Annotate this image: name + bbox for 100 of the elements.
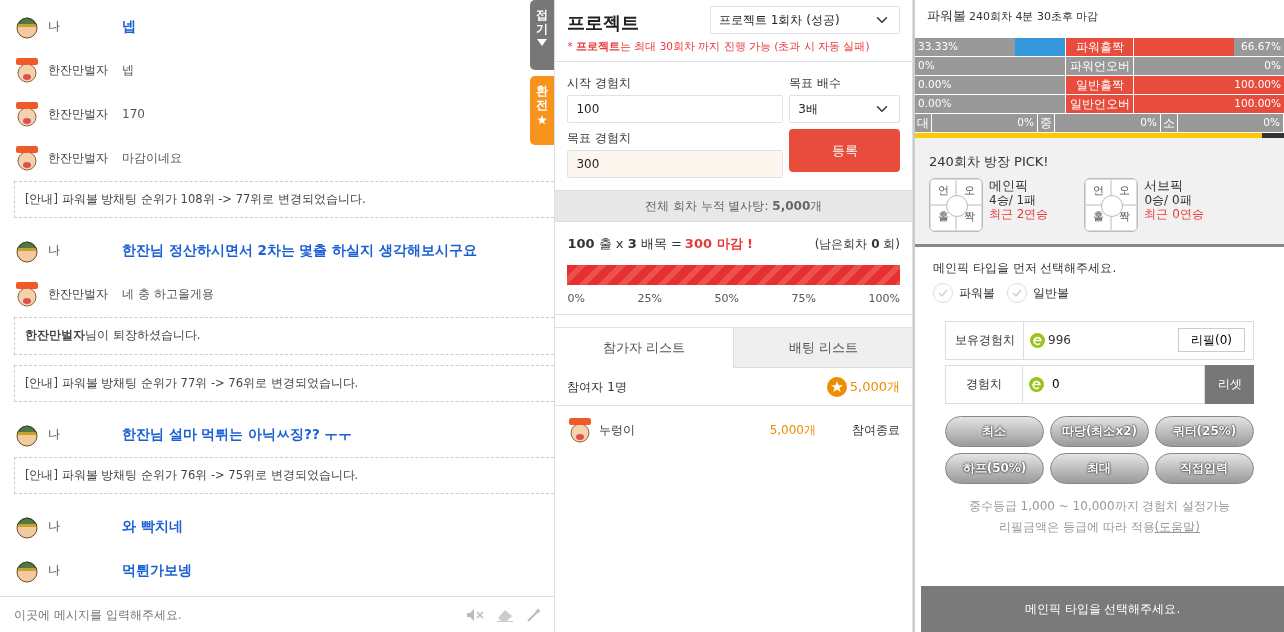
chat-message: 넵 <box>122 16 136 36</box>
size-label: 중 <box>1038 114 1054 132</box>
chat-message: 마감이네요 <box>122 150 182 167</box>
type-label: 일반볼 <box>1033 284 1069 302</box>
chat-message: 한잔님 설마 먹튀는 아닉ㅆ징?? ㅜㅜ <box>122 424 353 444</box>
type-checkbox[interactable] <box>1007 282 1027 303</box>
list-tab[interactable]: 배팅 리스트 <box>733 327 912 369</box>
type-checkbox[interactable] <box>933 282 953 303</box>
game-name: 파워볼 <box>927 7 966 25</box>
stat-percent: 100.00% <box>1234 77 1281 93</box>
mute-icon[interactable] <box>466 607 485 622</box>
stat-percent: 33.33% <box>918 39 959 55</box>
rule-note: *프로젝트는 최대 30회차 까지 진행 가능 (초과 시 자동 실패) <box>567 39 871 54</box>
participant-status: 참여종료 <box>852 422 900 440</box>
system-notice: 한잔만벌자님이 퇴장하셨습니다. <box>14 317 555 355</box>
star-badge-icon <box>826 376 847 397</box>
submit-button[interactable]: 메인픽 타입을 선택해주세요. <box>921 586 1284 632</box>
pick-streak: 최근 2연승 <box>989 207 1049 222</box>
participant-amount: 5,000개 <box>769 422 816 440</box>
exchange-tab[interactable]: 환전 <box>530 76 555 145</box>
pick-name: 메인픽 <box>989 177 1029 194</box>
chat-message: 170 <box>122 106 145 123</box>
field-label: 시작 경험치 <box>567 74 633 92</box>
chat-message: 먹튄가보넹 <box>122 560 192 580</box>
target-exp-input[interactable]: 300 <box>567 149 784 178</box>
pick-title: 240회차 방장 PICK! <box>929 153 1050 171</box>
start-exp-input[interactable]: 100 <box>567 94 784 123</box>
type-prompt: 메인픽 타입을 먼저 선택해주세요. <box>933 259 1118 277</box>
coin-icon <box>1030 332 1045 348</box>
new-user-avatar-icon <box>567 417 594 444</box>
new-user-avatar-icon <box>14 101 40 127</box>
participant-name: 누렁이 <box>599 422 637 440</box>
pick-record: 4승/ 1패 <box>989 193 1038 208</box>
help-note: 리필금액은 등급에 따라 적용 <box>999 520 1155 535</box>
exp-field[interactable]: 0 <box>1023 364 1205 404</box>
user-name: 한잔만벌자 <box>47 150 109 167</box>
multiplier-select[interactable]: 3배 <box>789 94 900 123</box>
new-user-avatar-icon <box>14 57 40 83</box>
progress-tick: 75% <box>791 291 816 308</box>
new-user-avatar-icon <box>14 281 40 308</box>
system-notice: [안내] 파워볼 방채팅 순위가 108위 -> 77위로 변경되었습니다. <box>14 181 555 219</box>
stat-label: 파워홀짝 <box>1066 38 1133 56</box>
magic-wand-icon[interactable] <box>526 606 543 623</box>
total-summary: 전체 회차 누적 별사탕: 5,000개 <box>555 189 912 222</box>
chat-message: 와 빡치네 <box>122 516 183 536</box>
stat-label: 일반언오버 <box>1066 95 1133 113</box>
user-name: 나 <box>47 562 61 579</box>
progress-tick: 25% <box>637 291 662 308</box>
stat-percent: 66.67% <box>1240 39 1281 55</box>
panel-title: 프로젝트 <box>567 11 640 35</box>
progress-tick: 0% <box>567 291 585 308</box>
refill-button[interactable]: 리필(0) <box>1178 328 1245 352</box>
exp-label: 경험치 <box>945 364 1023 404</box>
field-label: 목표 배수 <box>789 74 842 92</box>
stat-percent: 0.00% <box>918 77 952 93</box>
stat-percent: 100.00% <box>1234 96 1281 112</box>
system-notice: [안내] 파워볼 방채팅 순위가 76위 -> 75위로 변경되었습니다. <box>14 456 555 494</box>
fold-tab[interactable]: 접기 <box>530 0 555 70</box>
pick-streak: 최근 0연승 <box>1144 207 1204 222</box>
type-label: 파워볼 <box>959 284 995 302</box>
new-user-avatar-icon <box>14 145 40 171</box>
participant-total: 5,000개 <box>849 378 900 396</box>
user-name: 한잔만벌자 <box>47 286 109 304</box>
user-name: 나 <box>47 425 61 443</box>
star-icon <box>537 114 548 125</box>
stat-label: 파워언오버 <box>1066 57 1133 75</box>
register-button[interactable]: 등록 <box>789 128 900 172</box>
eraser-icon[interactable] <box>496 607 515 622</box>
size-percent: 0% <box>1178 114 1283 132</box>
user-name: 한잔만벌자 <box>47 106 109 123</box>
chat-message: 넵 <box>122 62 134 79</box>
formula-text: 100 출 x 3 배목 = <box>567 234 682 253</box>
round-select[interactable]: 프로젝트 1회차 (성공) <box>710 6 900 34</box>
coin-icon <box>1029 376 1044 392</box>
pick-record: 0승/ 0패 <box>1144 193 1193 208</box>
stat-percent: 0.00% <box>918 96 952 112</box>
remaining-rounds: (남은회차 0 회) <box>814 235 900 253</box>
progress-tick: 50% <box>714 291 739 308</box>
system-notice: [안내] 파워볼 방채팅 순위가 77위 -> 76위로 변경되었습니다. <box>14 364 555 402</box>
size-label: 대 <box>915 114 931 132</box>
user-name: 나 <box>47 242 61 260</box>
caret-down-icon <box>537 38 548 46</box>
chat-message: 한잔님 정산하시면서 2차는 몇출 하실지 생각해보시구요 <box>122 241 477 261</box>
check-icon <box>938 288 948 297</box>
size-percent: 0% <box>1055 114 1160 132</box>
pick-name: 서브픽 <box>1144 177 1185 194</box>
help-note: 중수등급 1,000 ~ 10,000까지 경험치 설정가능 <box>968 498 1231 513</box>
progress-tick: 100% <box>868 291 900 308</box>
reset-button[interactable]: 리셋 <box>1205 364 1254 404</box>
stat-percent: 0% <box>918 58 935 74</box>
user-name: 나 <box>47 518 61 535</box>
size-label: 소 <box>1161 114 1177 132</box>
field-label: 목표 경험치 <box>567 129 633 147</box>
user-name: 나 <box>47 18 61 35</box>
formula-result: 300 마감 ! <box>684 234 753 253</box>
stat-percent: 0% <box>1264 58 1281 74</box>
stat-label: 일반홀짝 <box>1066 76 1133 94</box>
participant-count: 참여자 1명 <box>567 378 627 396</box>
help-link[interactable]: (도움말) <box>1154 520 1200 535</box>
user-name: 한잔만벌자 <box>47 62 109 79</box>
